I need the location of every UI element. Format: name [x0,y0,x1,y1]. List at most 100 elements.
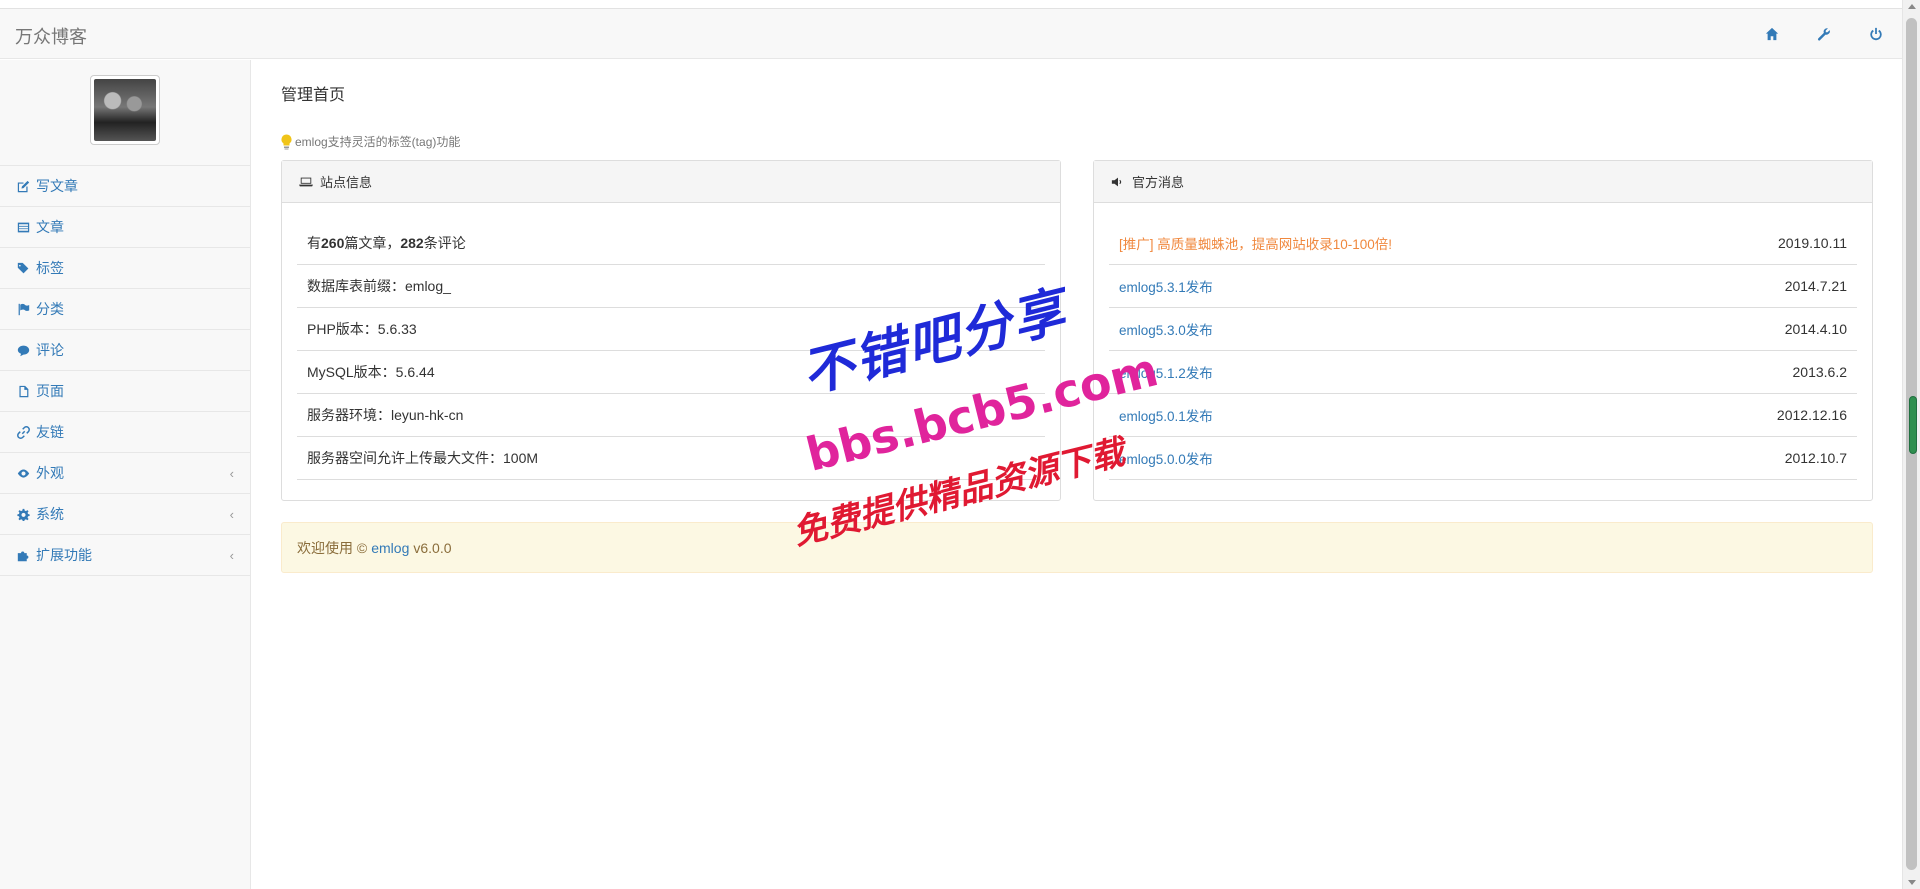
site-info-panel: 站点信息 有260篇文章，282条评论 数据库表前缀：emlog_ PHP版本：… [281,160,1061,501]
news-date: 2012.10.7 [1784,450,1847,466]
flag-icon [18,303,30,315]
news-date: 2014.4.10 [1784,321,1847,337]
info-row: MySQL版本：5.6.44 [297,351,1045,394]
sidebar-item-label: 系统 [36,506,64,522]
news-link[interactable]: [推广] 高质量蜘蛛池，提高网站收录10-100倍! [1119,233,1392,253]
emlog-link[interactable]: emlog [371,540,409,556]
sidebar-item-system[interactable]: 系统 ‹ [0,494,250,535]
sidebar-item-comments[interactable]: 评论 [0,330,250,371]
sidebar-item-categories[interactable]: 分类 [0,289,250,330]
news-link[interactable]: emlog5.3.0发布 [1119,319,1213,339]
tip-text: emlog支持灵活的标签(tag)功能 [295,135,461,149]
info-text: 服务器空间允许上传最大文件：100M [307,450,539,466]
news-date: 2019.10.11 [1777,235,1847,251]
power-icon[interactable] [1864,24,1888,44]
sidebar-item-extensions[interactable]: 扩展功能 ‹ [0,535,250,576]
volume-icon [1111,177,1122,186]
sidebar-item-pages[interactable]: 页面 [0,371,250,412]
official-news-panel: 官方消息 [推广] 高质量蜘蛛池，提高网站收录10-100倍! 2019.10.1… [1093,160,1873,501]
news-item: emlog5.0.1发布 2012.12.16 [1109,394,1857,437]
sidebar-item-label: 文章 [36,219,64,235]
vertical-scrollbar[interactable] [1902,0,1920,889]
sidebar-item-label: 友链 [36,424,64,440]
info-row: 服务器空间允许上传最大文件：100M [297,437,1045,480]
sidebar-item-label: 外观 [36,465,64,481]
news-date: 2012.12.16 [1776,407,1847,423]
link-icon [17,425,30,439]
stats-text: 有260篇文章，282条评论 [307,233,466,253]
info-row: PHP版本：5.6.33 [297,308,1045,351]
file-icon [19,385,29,397]
page-title: 管理首页 [281,87,346,104]
news-header: 官方消息 [1094,161,1872,203]
news-item: emlog5.1.2发布 2013.6.2 [1109,351,1857,394]
lightbulb-icon [281,134,292,149]
chevron-left-icon: ‹ [229,507,234,522]
home-icon[interactable] [1760,24,1784,44]
chevron-left-icon: ‹ [229,466,234,481]
sidebar-item-label: 写文章 [36,178,78,194]
news-item: emlog5.3.1发布 2014.7.21 [1109,265,1857,308]
news-date: 2013.6.2 [1792,364,1848,380]
info-row: 数据库表前缀：emlog_ [297,265,1045,308]
sidebar-item-label: 页面 [36,383,64,399]
panel-title: 站点信息 [320,175,373,190]
scroll-down-arrow-icon[interactable] [1908,880,1916,885]
news-item: emlog5.3.0发布 2014.4.10 [1109,308,1857,351]
info-text: 服务器环境：leyun-hk-cn [307,407,464,423]
sidebar-item-label: 扩展功能 [36,547,92,563]
stats-mid: 篇文章， [344,235,401,251]
cog-icon [17,508,30,521]
sidebar-item-label: 评论 [36,342,64,358]
brand-title[interactable]: 万众博客 [15,23,87,49]
tags-icon [17,262,29,273]
sidebar-item-appearance[interactable]: 外观 ‹ [0,453,250,494]
panel-title: 官方消息 [1132,175,1185,190]
news-link[interactable]: emlog5.3.1发布 [1119,276,1213,296]
site-info-body: 有260篇文章，282条评论 数据库表前缀：emlog_ PHP版本：5.6.3… [282,203,1060,480]
stats-pre: 有 [307,235,321,251]
avatar-container [0,60,250,166]
scroll-up-arrow-icon[interactable] [1908,4,1916,9]
article-count: 260 [321,235,345,251]
sidebar-item-articles[interactable]: 文章 [0,207,250,248]
sidebar-item-label: 分类 [36,301,64,317]
news-date: 2014.7.21 [1784,278,1847,294]
news-item: emlog5.0.0发布 2012.10.7 [1109,437,1857,480]
welcome-prefix: 欢迎使用 © [297,539,368,556]
news-item: [推广] 高质量蜘蛛池，提高网站收录10-100倍! 2019.10.11 [1109,222,1857,265]
stats-row: 有260篇文章，282条评论 [297,222,1045,265]
info-row: 服务器环境：leyun-hk-cn [297,394,1045,437]
list-icon [17,222,30,232]
top-border [0,0,1902,9]
avatar[interactable] [90,75,160,145]
laptop-icon [299,177,313,186]
wrench-icon[interactable] [1812,24,1836,44]
stats-post: 条评论 [423,235,466,251]
eye-icon [17,468,30,478]
avatar-image [94,79,156,141]
puzzle-icon [17,550,29,561]
info-text: 数据库表前缀：emlog_ [307,278,451,294]
news-link[interactable]: emlog5.0.1发布 [1119,405,1213,425]
edit-icon [17,180,30,192]
sidebar: 写文章 文章 标签 分类 评论 页面 友链 外观 ‹ 系统 ‹ 扩展功能 ‹ [0,60,251,889]
sidebar-item-tags[interactable]: 标签 [0,248,250,289]
news-link[interactable]: emlog5.1.2发布 [1119,362,1213,382]
comment-count: 282 [400,235,424,251]
navbar-icons [1760,24,1888,44]
info-text: MySQL版本：5.6.44 [307,364,435,380]
info-text: PHP版本：5.6.33 [307,321,417,337]
tip-line: emlog支持灵活的标签(tag)功能 [281,133,460,150]
sidebar-item-label: 标签 [36,260,64,276]
site-info-header: 站点信息 [282,161,1060,203]
sidebar-item-write[interactable]: 写文章 [0,166,250,207]
news-body: [推广] 高质量蜘蛛池，提高网站收录10-100倍! 2019.10.11 eml… [1094,203,1872,480]
scroll-widget[interactable] [1909,396,1917,454]
welcome-banner: 欢迎使用 © emlog v6.0.0 [281,522,1873,573]
version-text: v6.0.0 [413,539,452,556]
top-navbar: 万众博客 [0,9,1902,59]
sidebar-item-links[interactable]: 友链 [0,412,250,453]
news-link[interactable]: emlog5.0.0发布 [1119,448,1213,468]
chevron-left-icon: ‹ [229,548,234,563]
